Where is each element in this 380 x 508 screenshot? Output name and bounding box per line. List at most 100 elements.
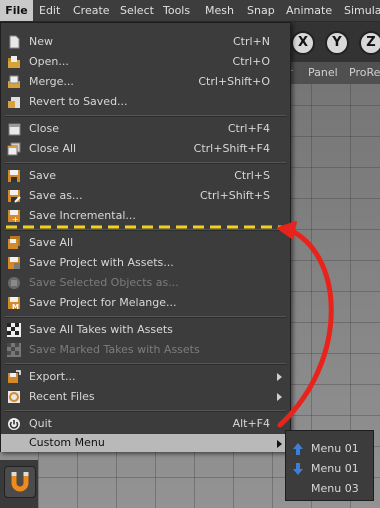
file-menu-dropdown: New Ctrl+N Open... Ctrl+O Merge... Ctrl+… [0,22,291,452]
x-axis-toggle[interactable]: X [291,31,315,55]
takes-icon [7,323,21,337]
power-icon [7,417,21,431]
menu-create[interactable]: Create [73,0,110,21]
submenu-arrow-icon [277,373,282,381]
menu-separator [5,410,286,412]
menu-separator [5,229,286,231]
menu-item-label: Recent Files [29,390,95,403]
menu-item-label: Quit [29,417,52,430]
shortcut-label: Ctrl+Shift+O [198,75,270,88]
submenu-item-label: Menu 03 [311,482,359,495]
arrow-down-icon [291,462,305,476]
menu-item-label: Close All [29,142,77,155]
menu-item-close-all[interactable]: Close All Ctrl+Shift+F4 [1,139,290,159]
menu-item-label: Save Incremental... [29,209,136,222]
viewport-menu-prorender[interactable]: ProRe [349,62,380,84]
submenu-item[interactable]: Menu 01 [286,439,373,459]
menu-simulate[interactable]: Simulat [344,0,380,21]
submenu-arrow-icon [277,440,282,448]
arrow-up-icon [291,442,305,456]
save-icon [7,169,21,183]
close-all-icon [7,142,21,156]
viewport-menu-panel[interactable]: Panel [308,62,338,84]
save-project-icon [7,256,21,270]
svg-text:M: M [12,303,19,310]
menu-item-save[interactable]: Save Ctrl+S [1,166,290,186]
shortcut-label: Ctrl+Shift+S [200,189,270,202]
menu-snap[interactable]: Snap [247,0,275,21]
new-document-icon [7,35,21,49]
save-melange-icon: M [7,296,21,311]
menu-item-save-project-assets[interactable]: Save Project with Assets... [1,253,290,273]
export-icon [7,370,21,384]
revert-icon [7,95,21,109]
menu-item-label: Save as... [29,189,83,202]
menu-item-new[interactable]: New Ctrl+N [1,32,290,52]
shortcut-label: Ctrl+N [232,35,270,48]
menu-bar: File Edit Create Select Tools Mesh Snap … [0,0,380,22]
submenu-item[interactable]: Menu 01 [286,459,373,479]
menu-item-label: Revert to Saved... [29,95,128,108]
save-incremental-icon: + [7,209,21,224]
save-all-icon [7,236,21,250]
shortcut-label: Alt+F4 [232,417,270,430]
close-document-icon [7,122,21,136]
menu-mesh[interactable]: Mesh [205,0,234,21]
menu-item-save-selected[interactable]: Save Selected Objects as... [1,273,290,293]
shortcut-label: Ctrl+F4 [227,122,270,135]
shortcut-label: Ctrl+O [232,55,270,68]
menu-item-export[interactable]: Export... [1,367,290,387]
menu-animate[interactable]: Animate [286,0,332,21]
menu-item-label: Close [29,122,59,135]
save-as-icon [7,189,21,203]
submenu-item-label: Menu 01 [311,462,359,475]
menu-item-label: Save All Takes with Assets [29,323,173,336]
menu-item-quit[interactable]: Quit Alt+F4 [1,414,290,434]
menu-item-label: Merge... [29,75,74,88]
menu-separator [5,363,286,365]
menu-item-label: Custom Menu [29,436,105,449]
menu-item-label: Save All [29,236,74,249]
marked-takes-icon [7,343,21,357]
menu-separator [5,316,286,318]
menu-item-label: Save [29,169,57,182]
z-axis-toggle[interactable]: Z [359,31,380,55]
svg-text:+: + [12,215,19,223]
menu-separator [5,115,286,117]
menu-tools[interactable]: Tools [163,0,190,21]
custom-submenu: Menu 01 Menu 01 Menu 03 [285,430,374,501]
menu-item-label: Save Selected Objects as... [29,276,179,289]
submenu-item-label: Menu 01 [311,442,359,455]
y-axis-toggle[interactable]: Y [325,31,349,55]
menu-item-revert[interactable]: Revert to Saved... [1,92,290,112]
menu-item-label: Save Project for Melange... [29,296,177,309]
shortcut-label: Ctrl+Shift+F4 [193,142,270,155]
menu-separator [5,162,286,164]
menu-item-save-incremental[interactable]: + Save Incremental... [1,206,290,226]
menu-item-label: New [29,35,53,48]
menu-item-label: Save Project with Assets... [29,256,174,269]
menu-select[interactable]: Select [120,0,154,21]
menu-item-save-all[interactable]: Save All [1,233,290,253]
submenu-item[interactable]: Menu 03 [286,479,373,499]
menu-item-save-as[interactable]: Save as... Ctrl+Shift+S [1,186,290,206]
submenu-arrow-icon [277,393,282,401]
menu-item-save-marked-takes[interactable]: Save Marked Takes with Assets [1,340,290,360]
menu-item-open[interactable]: Open... Ctrl+O [1,52,290,72]
merge-icon [7,75,21,89]
menu-item-merge[interactable]: Merge... Ctrl+Shift+O [1,72,290,92]
menu-item-label: Export... [29,370,76,383]
menu-item-close[interactable]: Close Ctrl+F4 [1,119,290,139]
menu-item-custom-menu[interactable]: Custom Menu [1,434,290,452]
open-folder-icon [7,55,21,69]
save-selected-icon [7,276,21,290]
menu-edit[interactable]: Edit [39,0,60,21]
menu-item-recent-files[interactable]: Recent Files [1,387,290,407]
shortcut-label: Ctrl+S [234,169,270,182]
magnet-icon[interactable] [4,466,36,498]
menu-file[interactable]: File [0,0,33,21]
menu-item-save-melange[interactable]: M Save Project for Melange... [1,293,290,313]
recent-files-icon [7,390,21,404]
menu-item-label: Open... [29,55,69,68]
menu-item-save-all-takes[interactable]: Save All Takes with Assets [1,320,290,340]
